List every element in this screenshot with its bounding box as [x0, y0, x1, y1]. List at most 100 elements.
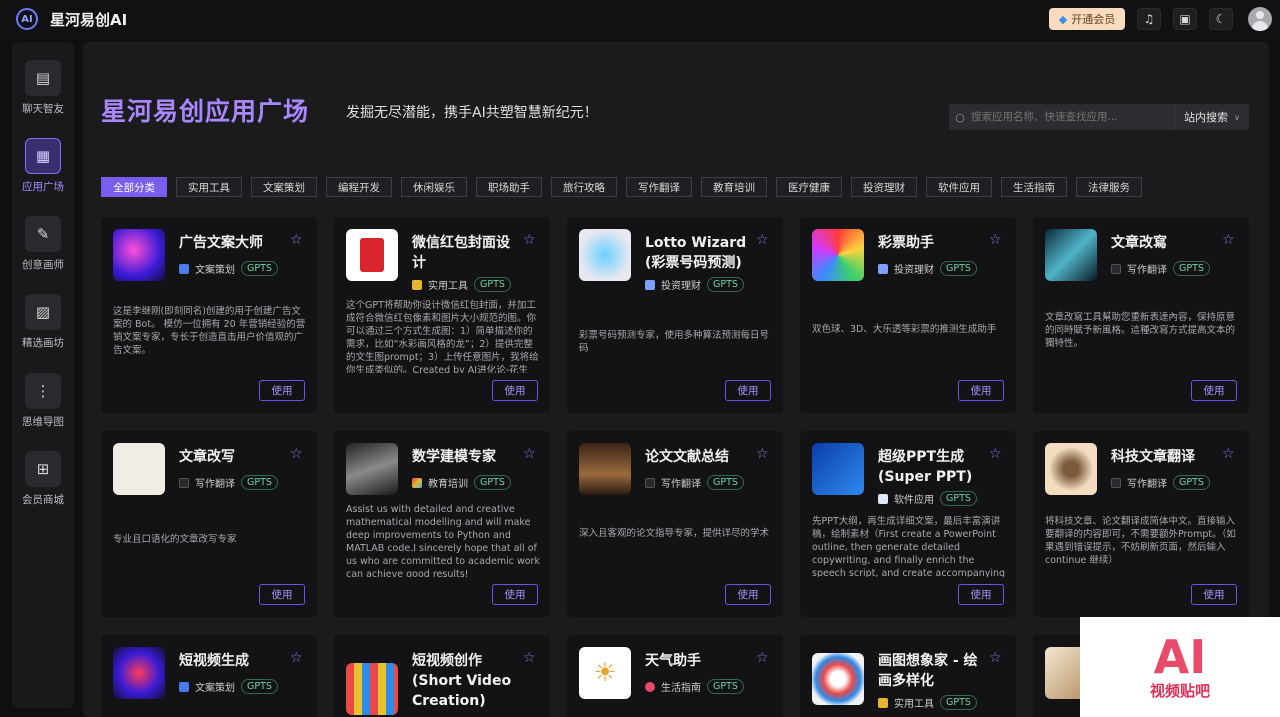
app-category: 文案策划 [195, 683, 235, 694]
search-icon[interactable]: ○ [949, 111, 971, 124]
gpts-badge: GPTS [707, 475, 744, 490]
app-description: Assist us with detailed and creative mat… [346, 504, 540, 577]
tab-programming[interactable]: 编程开发 [326, 177, 392, 197]
search-scope-select[interactable]: 站内搜索 ∨ [1174, 104, 1249, 130]
sidebar-item-shop[interactable]: ⊞ 会员商城 [12, 451, 74, 515]
bell-icon[interactable]: ♫ [1137, 8, 1161, 30]
sidebar-item-mindmap[interactable]: ⋮ 思维导图 [12, 373, 74, 437]
star-icon[interactable]: ☆ [1222, 446, 1235, 462]
star-icon[interactable]: ☆ [989, 232, 1002, 248]
tab-education[interactable]: 教育培训 [701, 177, 767, 197]
tab-medical[interactable]: 医疗健康 [776, 177, 842, 197]
app-card[interactable]: 超级PPT生成 (Super PPT) ☆ 软件应用 GPTS 先PPT大纲，再… [800, 431, 1016, 617]
app-description: 先PPT大纲，再生成详细文案，最后丰富演讲稿，绘制素材（First create… [812, 516, 1006, 577]
star-icon[interactable]: ☆ [290, 232, 303, 248]
use-button[interactable]: 使用 [1191, 380, 1237, 401]
app-title: 科技文章翻译 [1111, 449, 1195, 465]
star-icon[interactable]: ☆ [756, 650, 769, 666]
chevron-down-icon: ∨ [1234, 112, 1240, 122]
star-icon[interactable]: ☆ [523, 650, 536, 666]
moon-icon[interactable]: ☾ [1209, 8, 1233, 30]
app-title: 星河易创AI [50, 11, 128, 29]
app-card[interactable]: 画图想象家 - 绘画多样化 ☆ 实用工具 GPTS [800, 635, 1016, 717]
sidebar-item-label: 思维导图 [22, 416, 64, 428]
page-title: 星河易创应用广场 [101, 97, 310, 126]
app-card[interactable]: ☀ 天气助手 ☆ 生活指南 GPTS [567, 635, 783, 717]
use-button[interactable]: 使用 [492, 380, 538, 401]
tab-life[interactable]: 生活指南 [1001, 177, 1067, 197]
star-icon[interactable]: ☆ [756, 446, 769, 462]
tab-workplace[interactable]: 职场助手 [476, 177, 542, 197]
tab-tools[interactable]: 实用工具 [176, 177, 242, 197]
app-card[interactable]: 短视频生成 ☆ 文案策划 GPTS [101, 635, 317, 717]
app-card[interactable]: 彩票助手 ☆ 投资理财 GPTS 双色球、3D、大乐透等彩票的推测生成助手 使用 [800, 217, 1016, 413]
star-icon[interactable]: ☆ [756, 232, 769, 248]
tab-software[interactable]: 软件应用 [926, 177, 992, 197]
category-icon [645, 477, 655, 488]
sidebar-item-gallery[interactable]: ▨ 精选画坊 [12, 294, 74, 358]
ai-logo-icon[interactable]: AI [16, 8, 38, 30]
star-icon[interactable]: ☆ [290, 446, 303, 462]
sidebar-item-creative-painter[interactable]: ✎ 创意画师 [12, 216, 74, 280]
sidebar-item-chat[interactable]: ▤ 聊天智友 [12, 60, 74, 124]
gpts-badge: GPTS [940, 695, 977, 710]
app-card[interactable]: 广告文案大师 ☆ 文案策划 GPTS 这是李继刚(即刻同名)创建的用于创建广告文… [101, 217, 317, 413]
use-button[interactable]: 使用 [492, 584, 538, 605]
tab-legal[interactable]: 法律服务 [1076, 177, 1142, 197]
use-button[interactable]: 使用 [725, 584, 771, 605]
tab-writing[interactable]: 写作翻译 [626, 177, 692, 197]
tab-copywriting[interactable]: 文案策划 [251, 177, 317, 197]
chat-icon: ▤ [25, 60, 61, 96]
star-icon[interactable]: ☆ [989, 650, 1002, 666]
app-category: 实用工具 [894, 699, 934, 710]
star-icon[interactable]: ☆ [1222, 232, 1235, 248]
app-card[interactable]: 微信红包封面设计 ☆ 实用工具 GPTS 这个GPT将帮助你设计微信红包封面，并… [334, 217, 550, 413]
app-card[interactable]: 数学建模专家 ☆ 教育培训 GPTS Assist us with detail… [334, 431, 550, 617]
category-icon [1111, 263, 1121, 274]
watermark-sub-text: 视频贴吧 [1149, 681, 1210, 700]
avatar-head [1256, 11, 1264, 19]
use-button[interactable]: 使用 [259, 584, 305, 605]
tab-finance[interactable]: 投资理财 [851, 177, 917, 197]
main-panel: 星河易创应用广场 发掘无尽潜能，携手AI共塑智慧新纪元！ ○ 站内搜索 ∨ 全部… [83, 42, 1269, 717]
gpts-badge: GPTS [1173, 261, 1210, 276]
star-icon[interactable]: ☆ [290, 650, 303, 666]
gpts-badge: GPTS [474, 277, 511, 292]
app-card[interactable]: 科技文章翻译 ☆ 写作翻译 GPTS 将科技文章、论文翻译成简体中文。直接输入要… [1033, 431, 1249, 617]
search-input[interactable] [971, 111, 1174, 123]
star-icon[interactable]: ☆ [989, 446, 1002, 462]
tab-all[interactable]: 全部分类 [101, 177, 167, 197]
use-button[interactable]: 使用 [1191, 584, 1237, 605]
app-card[interactable]: 文章改寫 ☆ 写作翻译 GPTS 文章改寫工具幫助您重新表達內容，保持原意的同時… [1033, 217, 1249, 413]
sidebar-item-app-square[interactable]: ▦ 应用广场 [12, 138, 74, 202]
app-category: 投资理财 [661, 281, 701, 292]
app-title: 微信红包封面设计 [412, 235, 510, 271]
star-icon[interactable]: ☆ [523, 232, 536, 248]
app-meta: 教育培训 GPTS [412, 475, 511, 490]
gift-icon[interactable]: ▣ [1173, 8, 1197, 30]
avatar[interactable] [1248, 7, 1272, 31]
app-card[interactable]: 论文文献总结 ☆ 写作翻译 GPTS 深入且客观的论文指导专家，提供详尽的学术分… [567, 431, 783, 617]
sidebar-item-label: 精选画坊 [22, 337, 64, 349]
use-button[interactable]: 使用 [958, 584, 1004, 605]
star-icon[interactable]: ☆ [523, 446, 536, 462]
vip-button[interactable]: ◆ 开通会员 [1049, 8, 1125, 30]
gpts-badge: GPTS [241, 475, 278, 490]
category-icon [878, 263, 888, 274]
app-thumbnail [346, 663, 398, 715]
app-title: 超级PPT生成 (Super PPT) [878, 449, 973, 485]
use-button[interactable]: 使用 [259, 380, 305, 401]
app-card[interactable]: 短视频创作(Short Video Creation) ☆ [334, 635, 550, 717]
tab-travel[interactable]: 旅行攻略 [551, 177, 617, 197]
diamond-icon: ◆ [1058, 12, 1068, 26]
search-bar: ○ 站内搜索 ∨ [949, 104, 1249, 130]
search-scope-label: 站内搜索 [1184, 111, 1229, 124]
app-card[interactable]: 文章改写 ☆ 写作翻译 GPTS 专业且口语化的文章改写专家 使用 [101, 431, 317, 617]
use-button[interactable]: 使用 [725, 380, 771, 401]
sun-cloud-icon: ☀ [579, 647, 631, 699]
sidebar-item-label: 创意画师 [22, 259, 64, 271]
app-meta: 投资理财 GPTS [878, 261, 977, 276]
app-card[interactable]: Lotto Wizard (彩票号码预测) ☆ 投资理财 GPTS 彩票号码预测… [567, 217, 783, 413]
tab-entertainment[interactable]: 休闲娱乐 [401, 177, 467, 197]
use-button[interactable]: 使用 [958, 380, 1004, 401]
